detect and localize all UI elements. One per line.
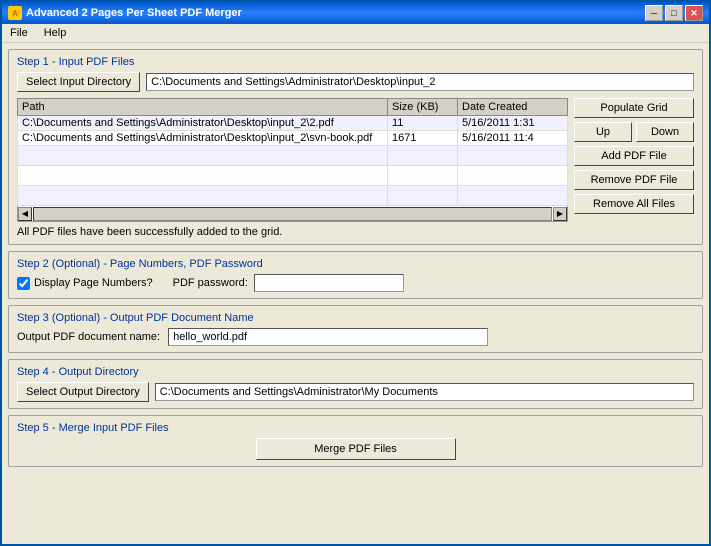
table-row[interactable]: C:\Documents and Settings\Administrator\…: [18, 116, 568, 131]
up-button[interactable]: Up: [574, 122, 632, 142]
output-name-input[interactable]: [168, 328, 488, 346]
add-pdf-button[interactable]: Add PDF File: [574, 146, 694, 166]
row2-path: C:\Documents and Settings\Administrator\…: [18, 131, 388, 146]
step2-section: Step 2 (Optional) - Page Numbers, PDF Pa…: [8, 251, 703, 299]
down-button[interactable]: Down: [636, 122, 694, 142]
col-size: Size (KB): [388, 99, 458, 116]
row2-date: 5/16/2011 11:4: [458, 131, 568, 146]
step2-row: Display Page Numbers? PDF password:: [17, 274, 694, 292]
status-text: All PDF files have been successfully add…: [17, 226, 568, 238]
step1-section: Step 1 - Input PDF Files Select Input Di…: [8, 49, 703, 245]
scroll-right-button[interactable]: ▶: [553, 207, 567, 221]
select-input-directory-button[interactable]: Select Input Directory: [17, 72, 140, 92]
remove-all-button[interactable]: Remove All Files: [574, 194, 694, 214]
step5-row: Merge PDF Files: [17, 438, 694, 460]
row1-size: 11: [388, 116, 458, 131]
content-area: Step 1 - Input PDF Files Select Input Di…: [2, 43, 709, 544]
row2-size: 1671: [388, 131, 458, 146]
pdf-password-label: PDF password:: [173, 277, 248, 289]
display-page-numbers-label[interactable]: Display Page Numbers?: [17, 277, 153, 290]
scroll-left-button[interactable]: ◀: [18, 207, 32, 221]
title-bar-left: A Advanced 2 Pages Per Sheet PDF Merger: [8, 6, 242, 20]
minimize-button[interactable]: ─: [645, 5, 663, 21]
step1-top: Select Input Directory C:\Documents and …: [17, 72, 694, 92]
password-area: PDF password:: [173, 274, 404, 292]
pdf-password-input[interactable]: [254, 274, 404, 292]
title-bar: A Advanced 2 Pages Per Sheet PDF Merger …: [2, 2, 709, 24]
grid-area: Path Size (KB) Date Created C:\Documents…: [17, 98, 568, 238]
step2-title: Step 2 (Optional) - Page Numbers, PDF Pa…: [17, 258, 694, 270]
maximize-button[interactable]: □: [665, 5, 683, 21]
step5-title: Step 5 - Merge Input PDF Files: [17, 422, 694, 434]
step4-top: Select Output Directory C:\Documents and…: [17, 382, 694, 402]
menubar: File Help: [2, 24, 709, 43]
output-name-label: Output PDF document name:: [17, 331, 160, 343]
step1-title: Step 1 - Input PDF Files: [17, 56, 694, 68]
col-date: Date Created: [458, 99, 568, 116]
row1-date: 5/16/2011 1:31: [458, 116, 568, 131]
select-output-directory-button[interactable]: Select Output Directory: [17, 382, 149, 402]
step1-main: Path Size (KB) Date Created C:\Documents…: [17, 98, 694, 238]
step4-title: Step 4 - Output Directory: [17, 366, 694, 378]
close-button[interactable]: ✕: [685, 5, 703, 21]
display-page-numbers-text: Display Page Numbers?: [34, 277, 153, 289]
pdf-table: Path Size (KB) Date Created C:\Documents…: [17, 98, 568, 206]
remove-pdf-button[interactable]: Remove PDF File: [574, 170, 694, 190]
table-row[interactable]: C:\Documents and Settings\Administrator\…: [18, 131, 568, 146]
populate-grid-button[interactable]: Populate Grid: [574, 98, 694, 118]
scroll-track[interactable]: [33, 207, 552, 221]
display-page-numbers-checkbox[interactable]: [17, 277, 30, 290]
step3-section: Step 3 (Optional) - Output PDF Document …: [8, 305, 703, 353]
table-row-empty: [18, 186, 568, 206]
side-buttons: Populate Grid Up Down Add PDF File Remov…: [574, 98, 694, 238]
merge-pdf-button[interactable]: Merge PDF Files: [256, 438, 456, 460]
step5-section: Step 5 - Merge Input PDF Files Merge PDF…: [8, 415, 703, 467]
table-row-empty: [18, 146, 568, 166]
window-title: Advanced 2 Pages Per Sheet PDF Merger: [26, 7, 242, 19]
main-window: A Advanced 2 Pages Per Sheet PDF Merger …: [0, 0, 711, 546]
table-row-empty: [18, 166, 568, 186]
input-path-display: C:\Documents and Settings\Administrator\…: [146, 73, 694, 91]
step3-row: Output PDF document name:: [17, 328, 694, 346]
step3-title: Step 3 (Optional) - Output PDF Document …: [17, 312, 694, 324]
app-icon: A: [8, 6, 22, 20]
col-path: Path: [18, 99, 388, 116]
menu-file[interactable]: File: [6, 26, 32, 40]
step4-section: Step 4 - Output Directory Select Output …: [8, 359, 703, 409]
up-down-group: Up Down: [574, 122, 694, 142]
menu-help[interactable]: Help: [40, 26, 71, 40]
row1-path: C:\Documents and Settings\Administrator\…: [18, 116, 388, 131]
title-buttons: ─ □ ✕: [645, 5, 703, 21]
output-path-display: C:\Documents and Settings\Administrator\…: [155, 383, 694, 401]
horizontal-scrollbar[interactable]: ◀ ▶: [17, 206, 568, 222]
